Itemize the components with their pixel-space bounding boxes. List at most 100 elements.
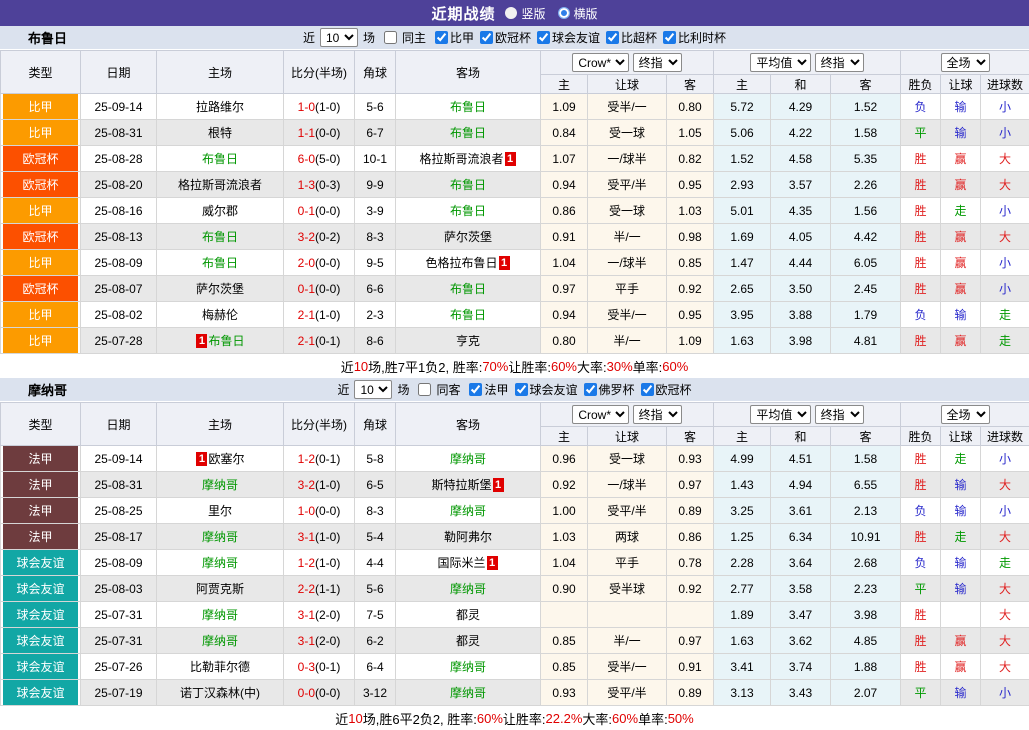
fulltime-score: 1-2 [298, 556, 315, 570]
euro-avg-select[interactable]: 平均值 [750, 53, 811, 72]
summary-segment: 60% [612, 711, 638, 726]
asian-home-odds: 0.96 [541, 446, 588, 472]
bookmaker-select[interactable]: Crow* [572, 53, 629, 72]
team-filter-bar: 摩纳哥 近 10 场 同客 法甲球会友谊佛罗杯欧冠杯 [0, 378, 1029, 402]
asian-away-odds: 0.85 [667, 250, 714, 276]
corner-score: 8-6 [355, 328, 396, 354]
team-label: 摩纳哥 [450, 452, 486, 466]
result-wdl: 胜 [901, 328, 941, 354]
competition-cell: 球会友谊 [1, 576, 81, 602]
home-team: 摩纳哥 [157, 524, 284, 550]
euro-time-select[interactable]: 终指 [815, 405, 864, 424]
summary-segment: 近 [335, 709, 348, 728]
league-checkbox[interactable] [584, 383, 597, 396]
fulltime-select[interactable]: 全场 [941, 53, 990, 72]
away-team: 摩纳哥 [396, 498, 541, 524]
halftime-score: (5-0) [315, 152, 340, 166]
league-checkbox[interactable] [537, 31, 550, 44]
radio-label: 横版 [574, 5, 598, 22]
asian-time-select[interactable]: 终指 [633, 405, 682, 424]
league-checkbox[interactable] [480, 31, 493, 44]
match-row: 法甲25-08-17摩纳哥3-1(1-0)5-4勒阿弗尔1.03两球0.861.… [1, 524, 1029, 550]
result-scope-selector: 全场 [901, 403, 1029, 427]
asian-time-select[interactable]: 终指 [633, 53, 682, 72]
team-label: 摩纳哥 [202, 608, 238, 622]
recent-results-page: 近期战绩 竖版横版 布鲁日 近 10 场 同主 比甲欧冠杯球会友谊比超杯比利时杯… [0, 0, 1029, 730]
same-venue-checkbox[interactable] [384, 31, 397, 44]
euro-draw-odds: 4.22 [771, 120, 831, 146]
match-date: 25-08-20 [81, 172, 157, 198]
team-label: 摩纳哥 [450, 686, 486, 700]
match-row: 比甲25-08-02梅赫伦2-1(1-0)2-3布鲁日0.94受半/一0.953… [1, 302, 1029, 328]
asian-away-odds: 0.82 [667, 146, 714, 172]
asian-away-odds: 0.78 [667, 550, 714, 576]
corner-score: 4-4 [355, 550, 396, 576]
halftime-score: (0-1) [315, 660, 340, 674]
match-row: 比甲25-07-281布鲁日2-1(0-1)8-6亨克0.80半/一1.091.… [1, 328, 1029, 354]
result-handicap: 输 [941, 94, 981, 120]
radio-button-icon[interactable] [505, 7, 517, 19]
layout-radio[interactable]: 竖版 [505, 5, 545, 22]
euro-odds-selectors: 平均值 终指 [714, 51, 901, 75]
asian-handicap: 两球 [588, 524, 667, 550]
halftime-score: (1-1) [315, 582, 340, 596]
corner-score: 9-5 [355, 250, 396, 276]
col-euro-draw: 和 [771, 427, 831, 446]
asian-handicap: 平手 [588, 276, 667, 302]
team-label: 国际米兰 [437, 556, 485, 570]
asian-home-odds: 1.03 [541, 524, 588, 550]
euro-avg-select[interactable]: 平均值 [750, 405, 811, 424]
result-goals: 大 [981, 472, 1029, 498]
halftime-score: (0-0) [315, 126, 340, 140]
away-team: 布鲁日 [396, 302, 541, 328]
layout-radio-group: 竖版 横版 [505, 5, 597, 22]
bookmaker-select[interactable]: Crow* [572, 405, 629, 424]
result-goals: 大 [981, 602, 1029, 628]
layout-radio[interactable]: 横版 [558, 5, 598, 22]
away-team: 勒阿弗尔 [396, 524, 541, 550]
halftime-score: (0-1) [315, 452, 340, 466]
asian-away-odds: 0.95 [667, 302, 714, 328]
team-label: 勒阿弗尔 [444, 530, 492, 544]
euro-draw-odds: 3.50 [771, 276, 831, 302]
competition-badge: 球会友谊 [3, 654, 78, 679]
league-checkbox[interactable] [515, 383, 528, 396]
radio-button-icon[interactable] [558, 7, 570, 19]
col-asian-home: 主 [541, 427, 588, 446]
halftime-score: (0-3) [315, 178, 340, 192]
fulltime-score: 2-1 [298, 334, 315, 348]
away-team: 格拉斯哥流浪者1 [396, 146, 541, 172]
fulltime-select[interactable]: 全场 [941, 405, 990, 424]
match-date: 25-08-03 [81, 576, 157, 602]
match-row: 比甲25-09-14拉路维尔1-0(1-0)5-6布鲁日1.09受半/一0.80… [1, 94, 1029, 120]
asian-handicap: 受一球 [588, 120, 667, 146]
home-team: 比勒菲尔德 [157, 654, 284, 680]
euro-away-odds: 4.85 [831, 628, 901, 654]
away-team: 摩纳哥 [396, 680, 541, 706]
euro-draw-odds: 3.57 [771, 172, 831, 198]
summary-segment: 大率: [577, 357, 607, 376]
match-count-select[interactable]: 10 [320, 28, 358, 47]
team-label: 摩纳哥 [202, 530, 238, 544]
match-date: 25-08-31 [81, 120, 157, 146]
match-count-select[interactable]: 10 [354, 380, 392, 399]
euro-time-select[interactable]: 终指 [815, 53, 864, 72]
asian-handicap: 一/球半 [588, 472, 667, 498]
league-checkbox[interactable] [663, 31, 676, 44]
match-date: 25-07-26 [81, 654, 157, 680]
league-checkbox[interactable] [606, 31, 619, 44]
home-team: 萨尔茨堡 [157, 276, 284, 302]
league-checkbox[interactable] [435, 31, 448, 44]
team-label: 色格拉布鲁日 [425, 256, 497, 270]
euro-draw-odds: 4.29 [771, 94, 831, 120]
euro-away-odds: 3.98 [831, 602, 901, 628]
page-title: 近期战绩 [431, 3, 495, 24]
same-venue-checkbox[interactable] [418, 383, 431, 396]
competition-badge: 比甲 [3, 94, 78, 119]
summary-segment: 近 [341, 357, 354, 376]
result-handicap: 赢 [941, 328, 981, 354]
score-cell: 1-2(0-1) [284, 446, 355, 472]
league-checkbox[interactable] [641, 383, 654, 396]
corner-score: 3-9 [355, 198, 396, 224]
league-checkbox[interactable] [469, 383, 482, 396]
